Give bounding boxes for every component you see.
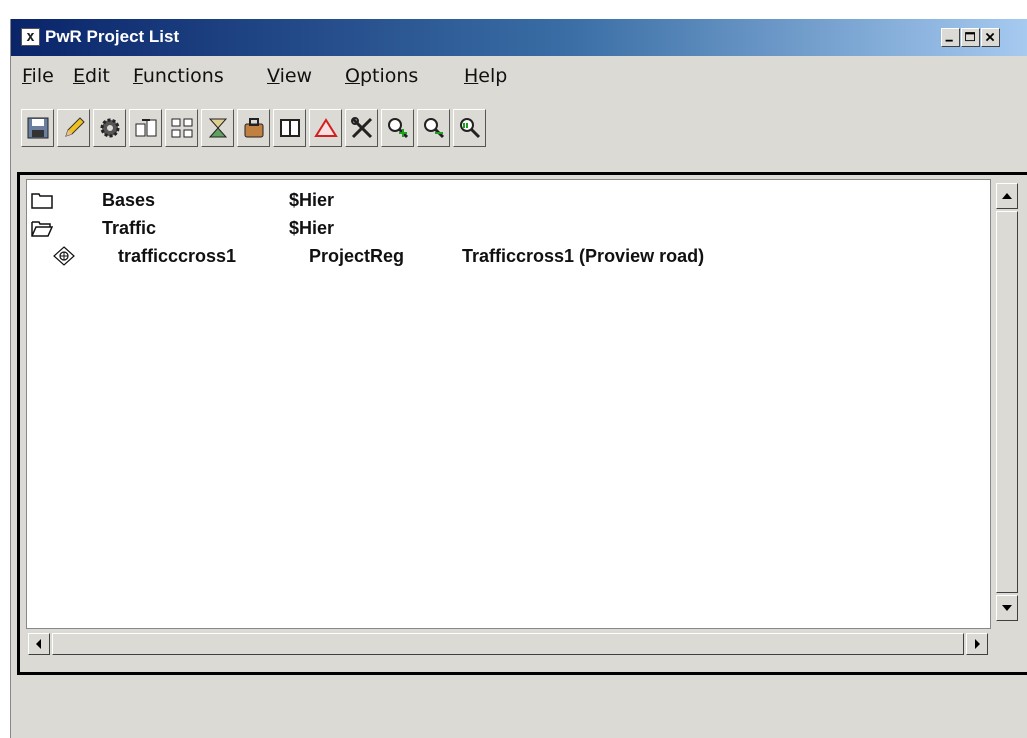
arrow-down-icon bbox=[1002, 605, 1012, 611]
list-item-type: $Hier bbox=[289, 190, 335, 210]
folder-open-icon bbox=[31, 221, 53, 237]
menu-options[interactable]: Options bbox=[345, 64, 418, 88]
project-list-frame: Bases $Hier Traffic $Hier trafficccross1… bbox=[17, 172, 1027, 675]
minimize-icon bbox=[945, 39, 953, 42]
list-item-name: Bases bbox=[102, 190, 156, 210]
hierarchy-icon bbox=[171, 118, 193, 138]
horizontal-scrollbar[interactable] bbox=[26, 631, 992, 659]
zoom-out-button[interactable] bbox=[417, 109, 450, 147]
book-button[interactable] bbox=[273, 109, 306, 147]
list-item-traffic[interactable]: Traffic $Hier bbox=[27, 216, 990, 240]
arrow-up-icon bbox=[1002, 193, 1012, 199]
menu-help[interactable]: Help bbox=[464, 64, 507, 88]
flow-icon bbox=[208, 118, 228, 138]
menu-view-label: View bbox=[267, 65, 313, 87]
toolbar bbox=[11, 99, 1027, 151]
zoom-in-icon bbox=[388, 118, 409, 139]
save-button[interactable] bbox=[21, 109, 54, 147]
vertical-scrollbar[interactable] bbox=[993, 180, 1023, 621]
menu-edit[interactable]: Edit bbox=[73, 64, 110, 88]
scroll-left-button[interactable] bbox=[28, 633, 50, 655]
arrow-right-icon bbox=[975, 639, 980, 649]
hierarchy-button[interactable] bbox=[165, 109, 198, 147]
app-icon: x bbox=[21, 28, 40, 46]
edit-button[interactable] bbox=[57, 109, 90, 147]
list-item-type: ProjectReg bbox=[309, 246, 405, 266]
maximize-icon bbox=[965, 32, 975, 42]
menu-options-label: Options bbox=[345, 65, 419, 87]
window-title: PwR Project List bbox=[45, 27, 180, 46]
title-bar[interactable]: x PwR Project List bbox=[11, 19, 1027, 56]
package-button[interactable] bbox=[237, 109, 270, 147]
edit-pencil-icon bbox=[65, 117, 85, 137]
status-bar bbox=[11, 679, 1027, 738]
menu-file-label: File bbox=[22, 65, 54, 87]
menu-functions[interactable]: Functions bbox=[133, 64, 224, 88]
vertical-scroll-thumb[interactable] bbox=[996, 211, 1018, 593]
menu-file[interactable]: File bbox=[22, 64, 54, 88]
menu-bar: File Edit Functions View Options Help bbox=[11, 56, 1027, 96]
project-list-window: x PwR Project List File Edit Functions V… bbox=[10, 19, 1027, 738]
zoom-in-button[interactable] bbox=[381, 109, 414, 147]
tools-button[interactable] bbox=[345, 109, 378, 147]
gear-button[interactable] bbox=[93, 109, 126, 147]
list-item-type: $Hier bbox=[289, 218, 335, 238]
list-item-name: Traffic bbox=[102, 218, 157, 238]
menu-functions-label: Functions bbox=[133, 65, 224, 87]
warning-button[interactable] bbox=[309, 109, 342, 147]
scroll-down-button[interactable] bbox=[996, 595, 1018, 621]
arrow-left-icon bbox=[36, 639, 41, 649]
list-item-description: Trafficcross1 (Proview road) bbox=[462, 246, 705, 266]
list-item-name: trafficccross1 bbox=[118, 246, 237, 266]
scroll-right-button[interactable] bbox=[966, 633, 988, 655]
zoom-reset-button[interactable] bbox=[453, 109, 486, 147]
menu-help-label: Help bbox=[464, 65, 508, 87]
horizontal-scroll-thumb[interactable] bbox=[52, 633, 964, 655]
close-icon bbox=[985, 32, 995, 42]
gear-icon bbox=[100, 118, 120, 138]
package-icon bbox=[244, 118, 264, 138]
list-item-trafficccross1[interactable]: trafficccross1 ProjectReg Trafficcross1 … bbox=[27, 244, 990, 268]
export-button[interactable] bbox=[129, 109, 162, 147]
folder-closed-icon bbox=[31, 193, 53, 209]
tools-icon bbox=[351, 117, 373, 139]
book-icon bbox=[280, 119, 300, 137]
warning-triangle-icon bbox=[314, 118, 338, 137]
save-icon bbox=[27, 117, 49, 139]
flow-button[interactable] bbox=[201, 109, 234, 147]
scroll-up-button[interactable] bbox=[996, 183, 1018, 209]
maximize-button[interactable] bbox=[961, 28, 980, 47]
minimize-button[interactable] bbox=[941, 28, 960, 47]
export-icon bbox=[135, 119, 157, 137]
list-item-bases[interactable]: Bases $Hier bbox=[27, 188, 990, 212]
project-list[interactable]: Bases $Hier Traffic $Hier trafficccross1… bbox=[26, 179, 991, 629]
zoom-out-icon bbox=[424, 118, 445, 139]
close-button[interactable] bbox=[981, 28, 1000, 47]
menu-view[interactable]: View bbox=[267, 64, 312, 88]
project-icon bbox=[53, 246, 75, 266]
zoom-reset-icon bbox=[460, 118, 481, 139]
menu-edit-label: Edit bbox=[73, 65, 110, 87]
